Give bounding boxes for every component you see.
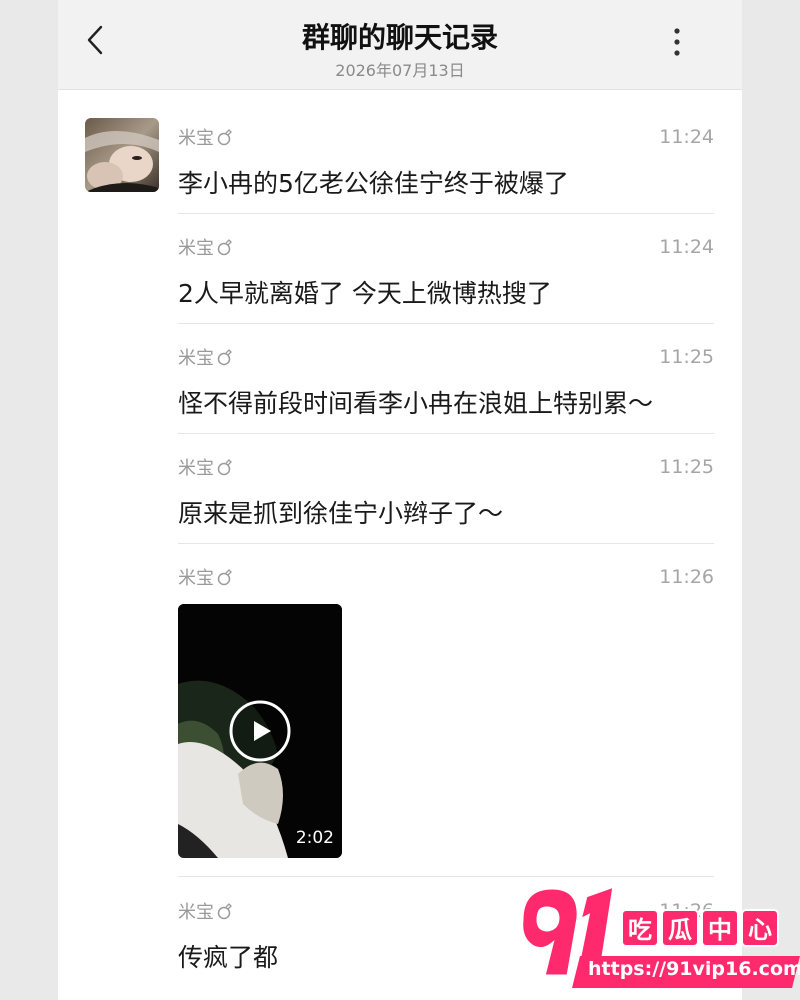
ring-icon (217, 349, 232, 366)
video-thumbnail[interactable]: 2:02 (178, 604, 342, 858)
page-subtitle-date: 2026年07月13日 (335, 61, 465, 80)
message-time: 11:25 (659, 346, 714, 368)
message-text: 传疯了都 (178, 943, 279, 972)
sender-name: 米宝 (178, 898, 234, 924)
watermark-91-logo: 吃 瓜 中 心 (520, 883, 800, 988)
sender-name: 米宝 (178, 454, 234, 480)
avatar[interactable] (85, 118, 159, 192)
sender-name: 米宝 (178, 344, 234, 370)
sender-name: 米宝 (178, 124, 234, 150)
watermark-url: https://91vip16.com (588, 958, 800, 980)
chat-history-screen: 群聊的聊天记录 2026年07月13日 米宝 11:24 李小冉的5亿老公徐佳宁… (58, 0, 742, 1000)
message-time: 11:25 (659, 456, 714, 478)
message-item[interactable]: 米宝 11:25 怪不得前段时间看李小冉在浪姐上特别累～ (178, 344, 714, 418)
divider (178, 213, 714, 214)
message-text: 李小冉的5亿老公徐佳宁终于被爆了 (178, 169, 569, 198)
svg-text:瓜: 瓜 (668, 916, 692, 944)
svg-text:中: 中 (708, 916, 732, 944)
more-button[interactable] (662, 24, 692, 60)
more-vertical-icon (674, 28, 680, 56)
header-bar: 群聊的聊天记录 2026年07月13日 (58, 0, 742, 90)
watermark-logo: 吃 瓜 中 心 https://91vip16.com (510, 880, 800, 1000)
ring-icon (217, 239, 232, 256)
message-time: 11:24 (659, 126, 714, 148)
svg-text:吃: 吃 (628, 916, 652, 944)
divider (178, 323, 714, 324)
ring-icon (217, 569, 232, 586)
message-text: 2人早就离婚了 今天上微博热搜了 (178, 279, 552, 308)
avatar-photo (85, 118, 159, 192)
play-icon[interactable] (229, 700, 291, 762)
divider (178, 543, 714, 544)
page-title: 群聊的聊天记录 (301, 21, 498, 54)
message-item[interactable]: 米宝 11:24 2人早就离婚了 今天上微博热搜了 (178, 234, 714, 308)
message-time: 11:24 (659, 236, 714, 258)
ring-icon (217, 459, 232, 476)
message-item[interactable]: 米宝 11:24 李小冉的5亿老公徐佳宁终于被爆了 (178, 124, 714, 198)
divider (178, 433, 714, 434)
message-item[interactable]: 米宝 11:25 原来是抓到徐佳宁小辫子了～ (178, 454, 714, 528)
message-item[interactable]: 米宝 11:26 2:02 (178, 564, 714, 864)
ring-icon (217, 903, 232, 920)
video-duration: 2:02 (295, 828, 334, 848)
sender-name: 米宝 (178, 234, 234, 260)
message-time: 11:26 (659, 566, 714, 588)
divider (178, 876, 714, 877)
svg-text:心: 心 (748, 916, 772, 944)
message-text: 怪不得前段时间看李小冉在浪姐上特别累～ (178, 389, 654, 418)
message-text: 原来是抓到徐佳宁小辫子了～ (178, 499, 504, 528)
ring-icon (217, 129, 232, 146)
sender-name: 米宝 (178, 564, 234, 590)
